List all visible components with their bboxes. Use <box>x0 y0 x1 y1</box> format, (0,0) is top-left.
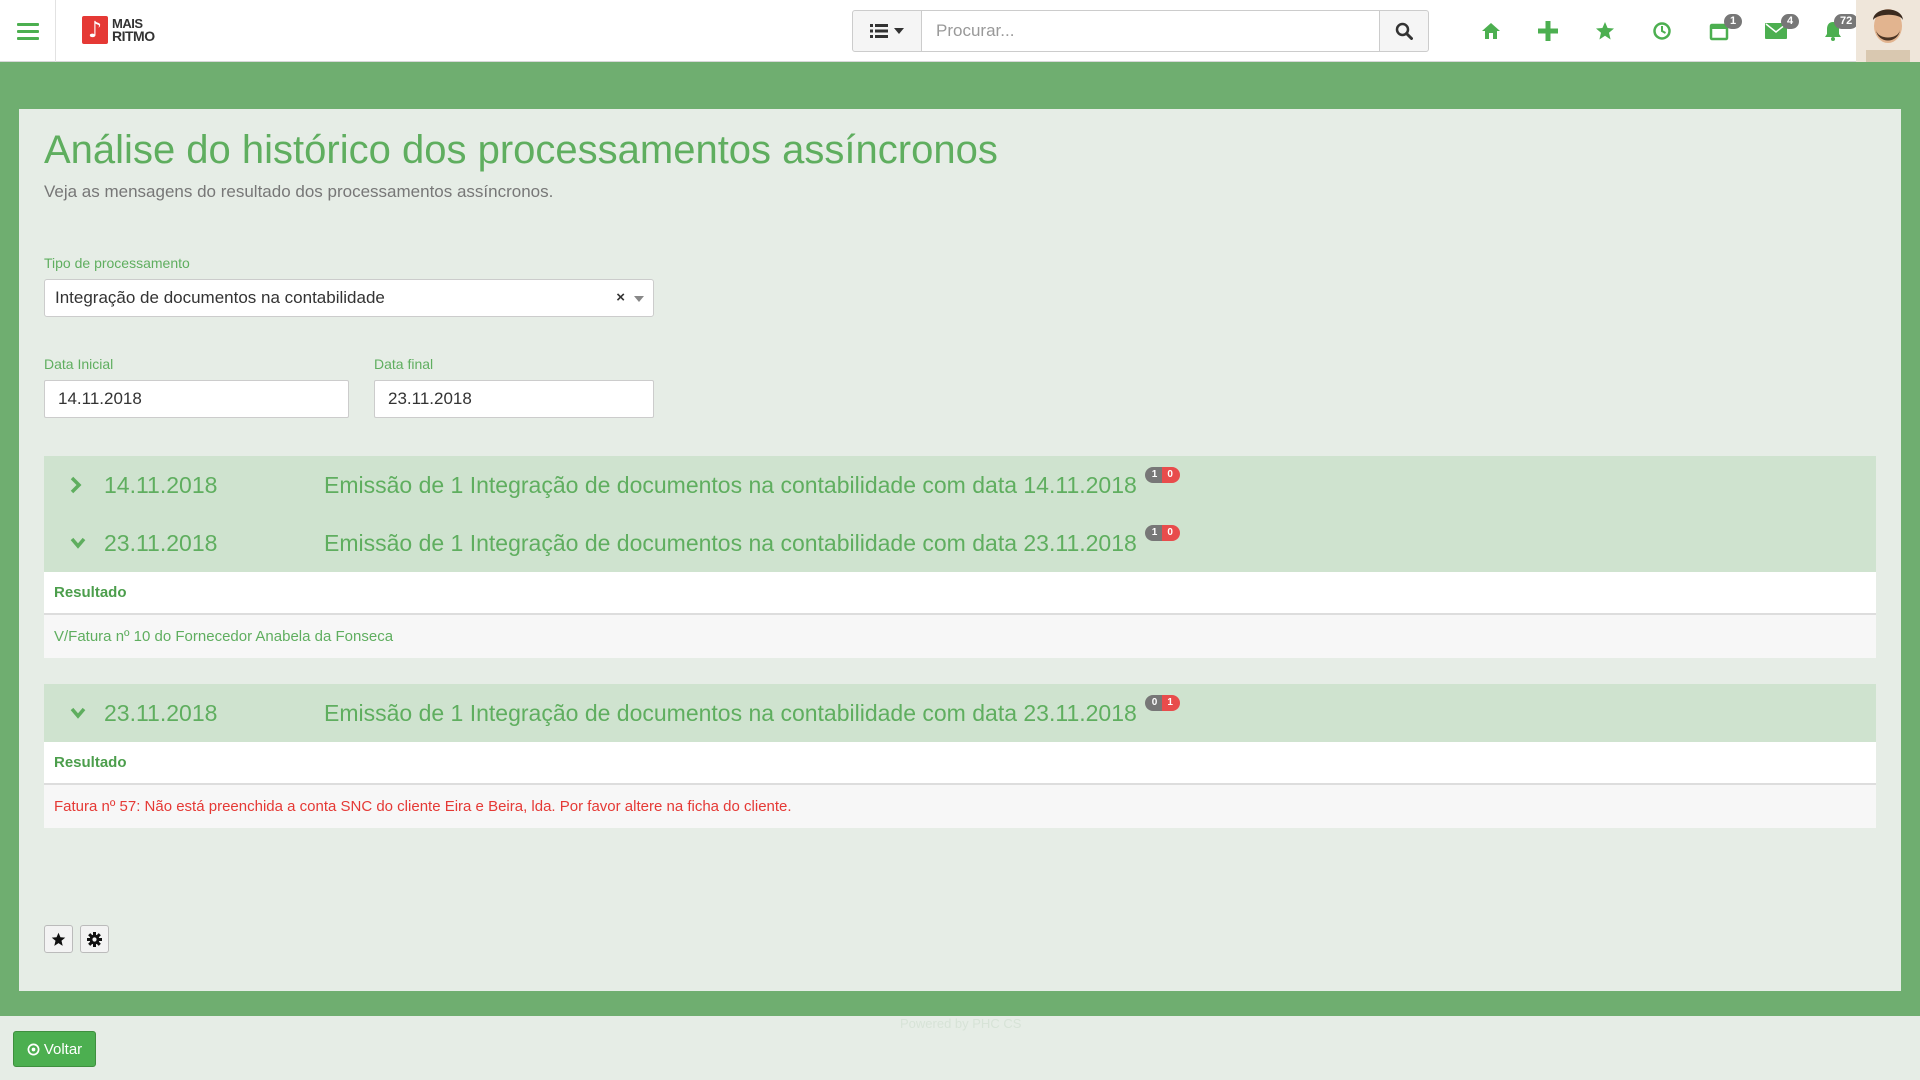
page-subtitle: Veja as mensagens do resultado dos proce… <box>44 182 554 201</box>
settings-button[interactable] <box>80 925 109 953</box>
favorites-button[interactable] <box>1576 0 1633 62</box>
logo-line-2: RITMO <box>112 28 155 44</box>
entry-description: Emissão de 1 Integração de documentos na… <box>324 694 1180 727</box>
tasks-button[interactable]: 1 <box>1690 0 1747 62</box>
back-button[interactable]: Voltar <box>13 1031 96 1067</box>
result-header: Resultado <box>44 572 1876 615</box>
success-count: 1 <box>1144 524 1163 541</box>
chevron-down-icon <box>70 514 86 572</box>
home-icon <box>1481 23 1500 39</box>
end-date-input[interactable] <box>374 380 654 418</box>
entry-counts: 01 <box>1144 694 1180 711</box>
messages-badge: 4 <box>1781 14 1800 29</box>
top-bar: ♪ MAIS RITMO 1 <box>0 0 1920 62</box>
entry-text: Emissão de 1 Integração de documentos na… <box>324 471 1137 498</box>
hamburger-icon <box>16 21 39 42</box>
plus-icon <box>1537 21 1558 41</box>
start-date-input[interactable] <box>44 380 349 418</box>
entry-counts: 10 <box>1144 524 1180 541</box>
favorite-button[interactable] <box>44 925 73 953</box>
success-count: 0 <box>1144 694 1163 711</box>
chevron-right-icon <box>70 456 82 514</box>
result-header: Resultado <box>44 742 1876 785</box>
processing-type-select[interactable]: Integração de documentos na contabilidad… <box>44 279 654 317</box>
list-icon <box>870 24 888 38</box>
entry-text: Emissão de 1 Integração de documentos na… <box>324 699 1137 726</box>
history-entry-header[interactable]: 23.11.2018 Emissão de 1 Integração de do… <box>44 514 1876 572</box>
star-icon <box>51 932 66 946</box>
result-row: V/Fatura nº 10 do Fornecedor Anabela da … <box>44 615 1876 658</box>
history-entry-header[interactable]: 23.11.2018 Emissão de 1 Integração de do… <box>44 684 1876 742</box>
add-button[interactable] <box>1519 0 1576 62</box>
error-count: 0 <box>1162 466 1180 483</box>
result-row-error: Fatura nº 57: Não está preenchida a cont… <box>44 785 1876 828</box>
tasks-badge: 1 <box>1724 14 1743 29</box>
clock-icon <box>1652 22 1671 40</box>
powered-by: Powered by PHC CS <box>900 1016 1022 1031</box>
star-icon <box>1595 22 1614 40</box>
end-date-label: Data final <box>374 356 434 372</box>
search-bar <box>852 10 1429 52</box>
search-input[interactable] <box>922 10 1379 52</box>
caret-down-icon <box>634 296 644 302</box>
chevron-down-icon <box>70 684 86 742</box>
entry-counts: 10 <box>1144 466 1180 483</box>
entry-description: Emissão de 1 Integração de documentos na… <box>324 524 1180 557</box>
notifications-button[interactable]: 72 <box>1804 0 1861 62</box>
history-button[interactable] <box>1633 0 1690 62</box>
circle-arrow-icon <box>27 1043 40 1055</box>
search-icon <box>1395 22 1413 40</box>
search-button[interactable] <box>1379 10 1429 52</box>
processing-type-label: Tipo de processamento <box>44 255 190 271</box>
entry-date: 23.11.2018 <box>104 529 218 556</box>
avatar[interactable] <box>1856 0 1920 62</box>
entry-date: 23.11.2018 <box>104 699 218 726</box>
top-icons: 1 4 72 <box>1462 0 1861 62</box>
music-note-icon: ♪ <box>82 16 108 44</box>
processing-type-value: Integração de documentos na contabilidad… <box>55 288 385 307</box>
history-entry-header[interactable]: 14.11.2018 Emissão de 1 Integração de do… <box>44 456 1876 514</box>
logo[interactable]: ♪ MAIS RITMO <box>82 16 155 44</box>
page-title: Análise do histórico dos processamentos … <box>44 128 998 172</box>
home-button[interactable] <box>1462 0 1519 62</box>
back-label: Voltar <box>43 1040 83 1058</box>
clear-icon[interactable]: × <box>616 289 625 306</box>
notifications-badge: 72 <box>1834 14 1859 29</box>
messages-button[interactable]: 4 <box>1747 0 1804 62</box>
logo-text: MAIS RITMO <box>112 17 155 43</box>
main-panel: Análise do histórico dos processamentos … <box>19 109 1901 991</box>
start-date-label: Data Inicial <box>44 356 114 372</box>
caret-down-icon <box>894 28 904 34</box>
search-type-dropdown[interactable] <box>852 10 922 52</box>
success-count: 1 <box>1144 466 1163 483</box>
entry-description: Emissão de 1 Integração de documentos na… <box>324 466 1180 499</box>
user-avatar-icon <box>1856 0 1920 62</box>
menu-button[interactable] <box>0 0 56 62</box>
error-count: 0 <box>1162 524 1180 541</box>
gear-icon <box>87 931 102 947</box>
error-count: 1 <box>1162 694 1180 711</box>
entry-text: Emissão de 1 Integração de documentos na… <box>324 529 1137 556</box>
entry-date: 14.11.2018 <box>104 471 218 498</box>
